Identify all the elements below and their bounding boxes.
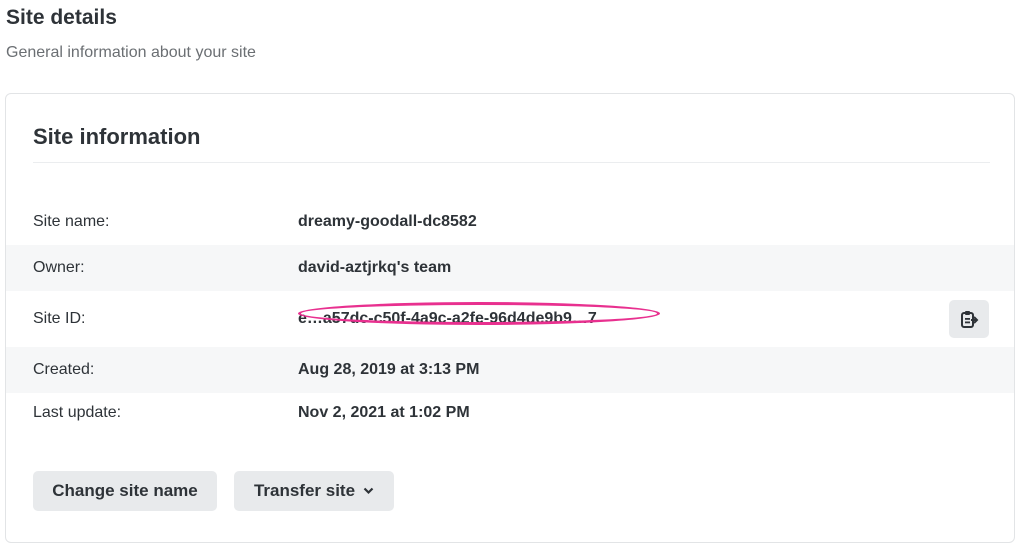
chevron-down-icon <box>363 487 374 495</box>
card-title: Site information <box>33 124 201 149</box>
last-update-value: Nov 2, 2021 at 1:02 PM <box>298 404 470 421</box>
last-update-label: Last update: <box>33 404 122 421</box>
created-value: Aug 28, 2019 at 3:13 PM <box>298 361 480 378</box>
row-site-name: Site name: dreamy-goodall-dc8582 <box>6 201 1014 245</box>
row-owner: Owner: david-aztjrkq's team <box>6 245 1014 291</box>
site-information-card: Site information Site name: dreamy-gooda… <box>5 93 1015 543</box>
row-created: Created: Aug 28, 2019 at 3:13 PM <box>6 347 1014 393</box>
row-last-update: Last update: Nov 2, 2021 at 1:02 PM <box>6 393 1014 435</box>
change-site-name-label: Change site name <box>52 481 198 500</box>
change-site-name-button[interactable]: Change site name <box>33 471 217 511</box>
site-id-label: Site ID: <box>33 310 86 327</box>
owner-label: Owner: <box>33 259 85 276</box>
created-label: Created: <box>33 361 95 378</box>
owner-value: david-aztjrkq's team <box>298 259 452 276</box>
transfer-site-label: Transfer site <box>253 481 356 500</box>
site-name-value: dreamy-goodall-dc8582 <box>298 213 477 230</box>
row-site-id: Site ID: e…a57dc-c50f-4a9c-a2fe-96d4de9b… <box>6 291 1014 347</box>
site-id-value: e…a57dc-c50f-4a9c-a2fe-96d4de9b9…7 <box>298 310 597 327</box>
copy-site-id-button[interactable] <box>949 300 989 338</box>
page-subtitle: General information about your site <box>6 44 256 61</box>
page-title: Site details <box>6 6 117 29</box>
site-name-label: Site name: <box>33 213 110 230</box>
transfer-site-button[interactable]: Transfer site <box>234 471 394 511</box>
clipboard-copy-icon <box>961 311 979 328</box>
card-divider <box>33 162 990 163</box>
